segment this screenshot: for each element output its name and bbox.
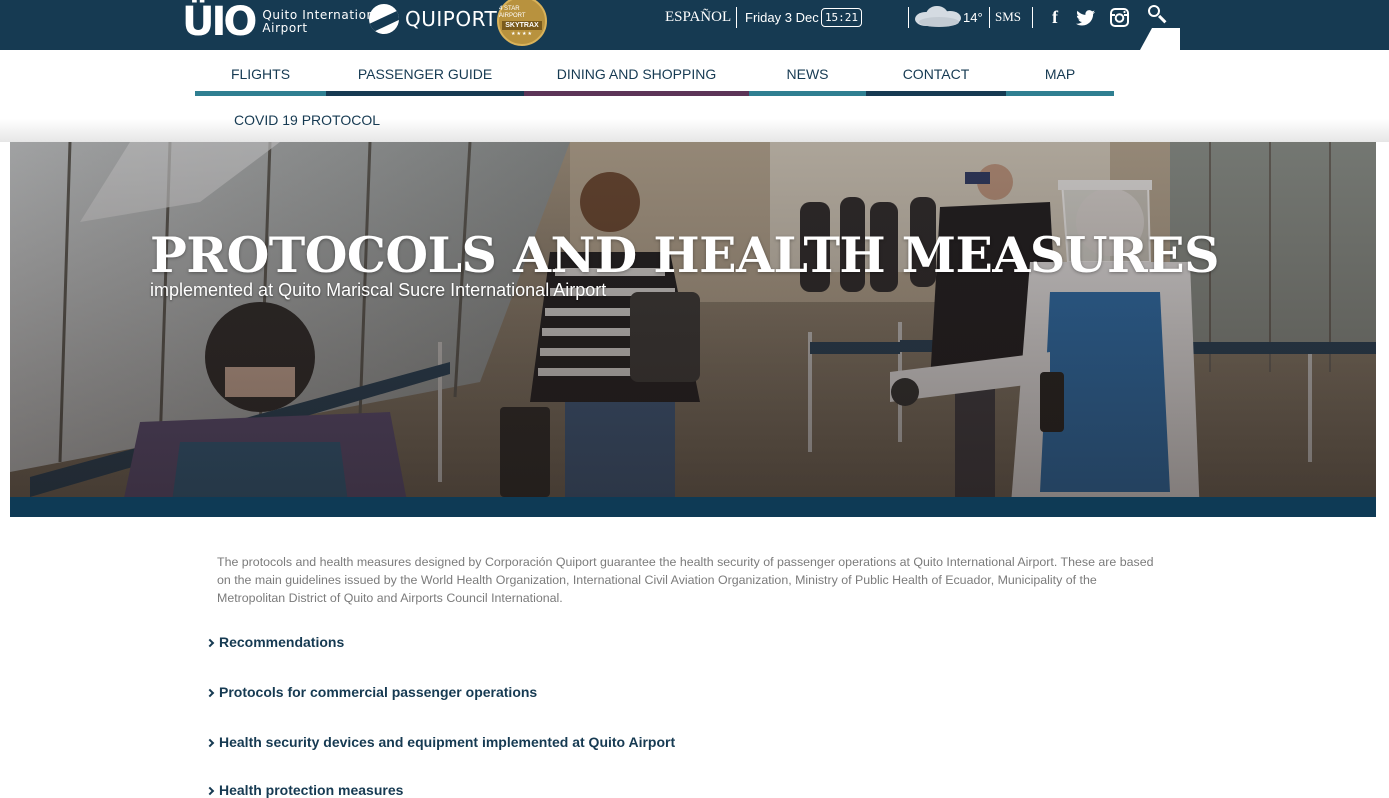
skytrax-badge-band: SKYTRAX xyxy=(502,20,542,30)
section-recommendations[interactable]: Recommendations xyxy=(205,634,345,650)
nav-underline-flights xyxy=(195,91,326,96)
instagram-icon[interactable] xyxy=(1110,8,1129,27)
chevron-right-icon xyxy=(205,638,215,647)
section-label: Health security devices and equipment im… xyxy=(219,734,676,750)
divider xyxy=(736,7,737,28)
section-health-security-devices[interactable]: Health security devices and equipment im… xyxy=(205,734,676,750)
skytrax-badge-top: 4 STAR AIRPORT xyxy=(499,5,526,19)
hero-photo-terminal xyxy=(10,142,1376,517)
quiport-logo-text: QUIPORT xyxy=(405,7,498,31)
chevron-right-icon xyxy=(205,688,215,697)
section-protocols-commercial-operations[interactable]: Protocols for commercial passenger opera… xyxy=(205,684,538,700)
section-label: Recommendations xyxy=(219,634,345,650)
nav-underline-passenger-guide xyxy=(326,91,524,96)
hero-footer-band xyxy=(10,497,1376,517)
uio-logo-text-line2: Airport xyxy=(262,21,308,35)
divider xyxy=(1032,7,1033,28)
facebook-icon[interactable]: f xyxy=(1052,8,1058,26)
intro-paragraph: The protocols and health measures design… xyxy=(217,555,1154,605)
clock-display: 15:21 xyxy=(821,8,862,27)
cloud-weather-icon xyxy=(913,3,965,29)
nav-item-covid-19-protocol[interactable]: COVID 19 PROTOCOL xyxy=(234,112,380,128)
skytrax-badge-stars: ★★★★ xyxy=(511,30,533,37)
topbar-tab-decoration xyxy=(1140,28,1180,50)
sms-link[interactable]: SMS xyxy=(995,0,1021,34)
nav-underline-news xyxy=(749,91,866,96)
page-title: PROTOCOLS AND HEALTH MEASURES xyxy=(150,226,1219,284)
search-icon[interactable] xyxy=(1148,5,1168,27)
divider xyxy=(989,7,990,28)
hero-image xyxy=(10,142,1376,517)
section-label: Health protection measures xyxy=(219,782,404,798)
section-health-protection-measures[interactable]: Health protection measures xyxy=(205,782,404,798)
divider xyxy=(908,7,909,28)
uio-logo[interactable]: ÜIO Quito International Airport xyxy=(182,2,387,42)
section-label: Protocols for commercial passenger opera… xyxy=(219,684,538,700)
temperature: 14° xyxy=(963,9,983,25)
language-switch[interactable]: ESPAÑOL xyxy=(665,0,731,34)
skytrax-badge: 4 STAR AIRPORT SKYTRAX ★★★★ xyxy=(497,0,547,46)
chevron-right-icon xyxy=(205,738,215,747)
nav-underline-dining-and-shopping xyxy=(524,91,749,96)
uio-logo-text: Quito International Airport xyxy=(262,9,386,35)
quiport-logo[interactable]: QUIPORT xyxy=(369,4,497,34)
twitter-icon[interactable] xyxy=(1076,10,1096,26)
page-subtitle: implemented at Quito Mariscal Sucre Inte… xyxy=(150,280,607,300)
main-nav: FLIGHTS PASSENGER GUIDE DINING AND SHOPP… xyxy=(0,50,1389,142)
current-date: Friday 3 Dec xyxy=(745,9,819,25)
quiport-logo-icon xyxy=(369,4,399,34)
chevron-right-icon xyxy=(205,786,215,795)
nav-underline-map xyxy=(1006,91,1114,96)
uio-logo-text-line1: Quito International xyxy=(262,8,387,22)
nav-underline-contact xyxy=(866,91,1006,96)
uio-logo-mark: ÜIO xyxy=(182,0,257,45)
top-bar: ÜIO Quito International Airport QUIPORT … xyxy=(0,0,1389,50)
